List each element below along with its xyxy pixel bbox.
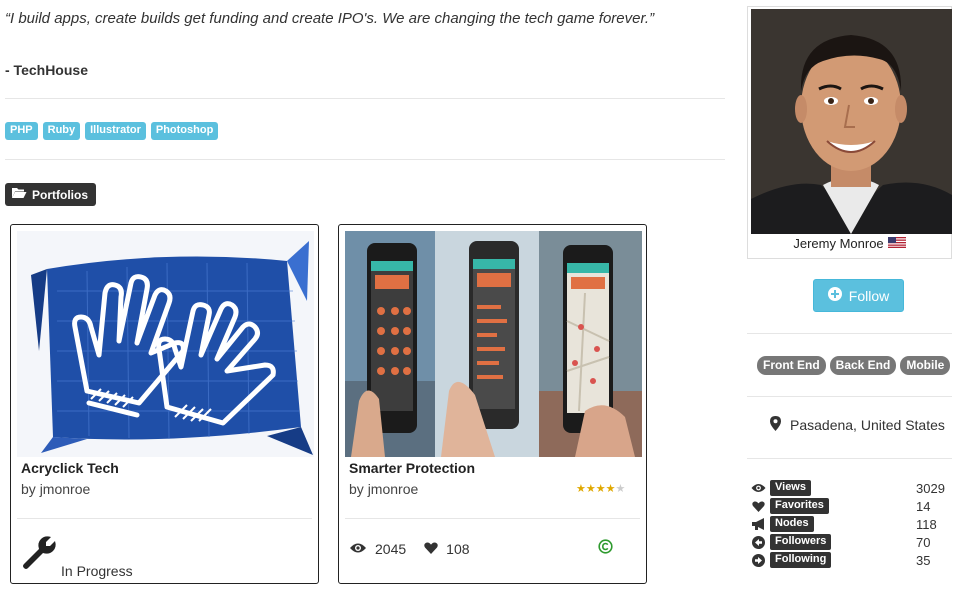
star-icon: ★ [615,482,626,495]
author-link[interactable]: jmonroe [368,481,419,497]
divider [747,333,952,334]
metric-nodes: Nodes 118 [750,515,952,533]
copyright-icon [598,539,613,559]
metric-label: Followers [770,534,832,550]
portfolio-image-phones[interactable] [345,231,642,457]
status-text: In Progress [61,563,133,579]
views-count: 2045 [375,541,407,557]
divider [5,98,725,99]
profile-photo[interactable] [751,9,952,234]
views-stat: 2045 [349,541,406,557]
profile-card: Jeremy Monroe [747,6,952,259]
portfolios-label: Portfolios [32,187,88,202]
eye-icon [349,541,367,557]
profile-metrics: Views 3029 Favorites 14 Nodes 118 Follow… [750,479,952,569]
map-marker-icon [770,416,781,434]
eye-icon [750,481,766,495]
metric-following: Following 35 [750,551,952,569]
profile-name-row: Jeremy Monroe [748,236,951,251]
author-prefix: by [21,481,36,497]
metric-value: 118 [916,516,937,532]
role-tags: Front End Back End Mobile [757,356,952,375]
likes-stat: 108 [424,541,470,557]
divider [345,518,640,519]
follow-button[interactable]: Follow [813,279,904,312]
portfolio-card[interactable]: Acryclick Tech by jmonroe In Progress [10,224,319,584]
star-icon: ★ [605,482,616,495]
skill-tags: PHP Ruby Illustrator Photoshop [5,122,219,140]
author-prefix: by [349,481,364,497]
bio-quote: “I build apps, create builds get funding… [5,10,655,27]
role-tag-mobile[interactable]: Mobile [900,356,951,375]
role-tag-back-end[interactable]: Back End [829,356,897,375]
metric-label: Following [770,552,832,568]
location-text: Pasadena, United States [790,417,945,433]
skill-tag-php[interactable]: PHP [5,122,38,140]
metric-views: Views 3029 [750,479,952,497]
divider [17,518,312,519]
divider [5,159,725,160]
heart-icon [424,541,438,557]
profile-location: Pasadena, United States [770,416,945,434]
us-flag-icon [887,236,906,251]
folder-open-icon [11,187,27,202]
divider [747,396,952,397]
portfolio-author: by jmonroe [21,481,90,497]
metric-followers: Followers 70 [750,533,952,551]
author-link[interactable]: jmonroe [40,481,91,497]
portfolio-stats: 2045 108 [349,541,488,557]
portfolio-title[interactable]: Acryclick Tech [21,460,119,476]
portfolio-image-blueprint-gloves[interactable] [17,231,314,457]
wrench-icon [21,535,57,576]
portfolio-card[interactable]: Smarter Protection by jmonroe ★ ★ ★ ★ ★ 2045… [338,224,647,584]
metric-label: Views [770,480,811,496]
megaphone-icon [750,517,766,531]
arrow-left-circle-icon [750,535,766,549]
portfolios-heading: Portfolios [5,183,96,206]
star-icon: ★ [576,482,586,495]
metric-value: 14 [916,498,931,514]
metric-label: Favorites [770,498,829,514]
divider [747,458,952,459]
plus-circle-icon [827,287,842,304]
metric-label: Nodes [770,516,814,532]
portfolio-status: In Progress [21,535,133,579]
metric-value: 70 [916,534,931,550]
arrow-right-circle-icon [750,553,766,567]
rating-stars: ★ ★ ★ ★ ★ [576,483,625,494]
star-icon: ★ [595,482,606,495]
follow-label: Follow [848,287,890,304]
skill-tag-illustrator[interactable]: Illustrator [85,122,146,140]
skill-tag-ruby[interactable]: Ruby [42,122,81,140]
metric-value: 35 [916,552,931,568]
metric-favorites: Favorites 14 [750,497,952,515]
bio-quote-author: - TechHouse [5,62,88,78]
portfolio-title[interactable]: Smarter Protection [349,460,475,476]
profile-name: Jeremy Monroe [793,236,884,251]
portfolio-author: by jmonroe [349,481,418,497]
skill-tag-photoshop[interactable]: Photoshop [150,122,219,140]
star-icon: ★ [585,482,596,495]
role-tag-front-end[interactable]: Front End [757,356,826,375]
heart-icon [750,499,766,513]
likes-count: 108 [446,541,470,557]
metric-value: 3029 [916,480,945,496]
